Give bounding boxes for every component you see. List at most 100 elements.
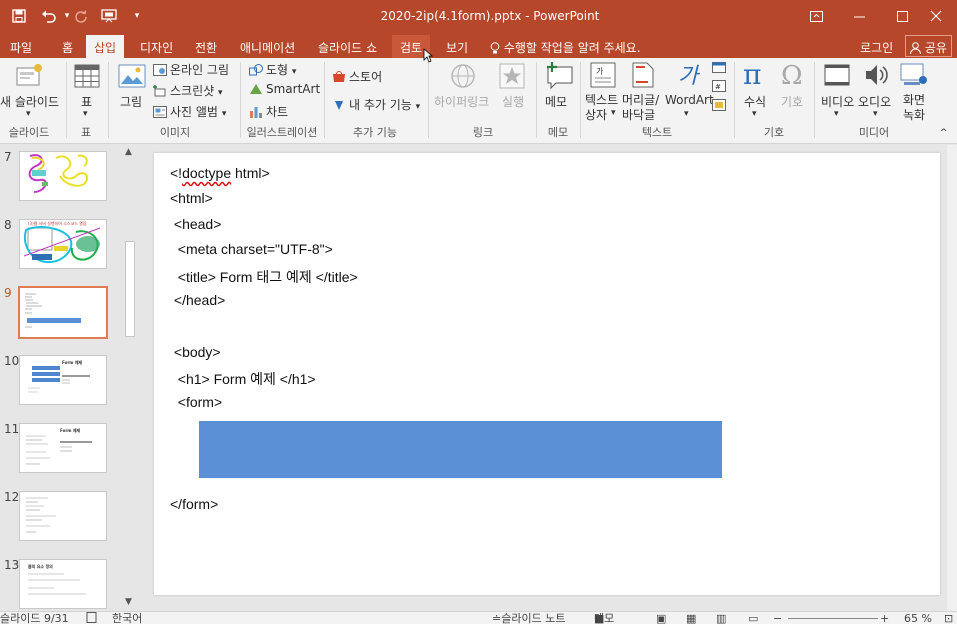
thumbnail-number: 11: [4, 422, 20, 436]
new-slide-dropdown-icon[interactable]: ▾: [26, 109, 31, 119]
thumbnail-number: 13: [4, 558, 20, 572]
spellcheck-icon[interactable]: [86, 612, 98, 624]
store-button[interactable]: 스토어: [332, 68, 382, 85]
hyperlink-icon: [450, 63, 476, 92]
tab-slideshow[interactable]: 슬라이드 쇼: [310, 35, 385, 58]
zoom-slider[interactable]: [788, 618, 878, 619]
thumbnail-slide-12[interactable]: [19, 491, 107, 541]
ribbon-display-icon[interactable]: [795, 0, 837, 32]
screenshot-icon: [153, 85, 167, 97]
textbox-dropdown-icon[interactable]: ▾: [611, 108, 616, 118]
video-icon: [824, 64, 850, 89]
video-button[interactable]: 비디오: [821, 93, 854, 110]
customize-icon[interactable]: ▾: [126, 6, 148, 26]
screenshot-button[interactable]: 스크린샷 ▾: [153, 82, 223, 99]
audio-icon: [864, 62, 890, 91]
equation-dropdown-icon[interactable]: ▾: [752, 109, 757, 119]
thumbnails-scrollbar[interactable]: ▲ ▼: [122, 145, 138, 611]
document-title: 2020-2ip(4.1form).pptx - PowerPoint: [380, 9, 600, 23]
online-picture-button[interactable]: 온라인 그림: [153, 61, 229, 78]
zoom-level[interactable]: 65 %: [904, 612, 932, 624]
svg-text:가: 가: [596, 67, 604, 76]
comment-button[interactable]: 메모: [545, 93, 567, 110]
thumbnail-number: 10: [4, 354, 20, 368]
thumbnail-slide-9[interactable]: [18, 286, 108, 339]
tab-home[interactable]: 홈: [54, 35, 81, 58]
tab-design[interactable]: 디자인: [132, 35, 181, 58]
code-line-doctype: <!doctype html>: [170, 165, 270, 181]
tab-transitions[interactable]: 전환: [187, 35, 225, 58]
fit-slide-icon[interactable]: ⊡: [944, 612, 953, 624]
minimize-icon[interactable]: [838, 0, 880, 32]
smartart-button[interactable]: SmartArt: [249, 82, 320, 96]
group-label-symbols: 기호: [763, 126, 785, 139]
chart-label: 차트: [266, 105, 289, 119]
equation-button[interactable]: 수식: [744, 93, 766, 110]
tell-me-box[interactable]: 수행할 작업을 알려 주세요.: [490, 39, 641, 56]
reading-view-icon[interactable]: ▥: [716, 612, 726, 624]
language-indicator[interactable]: 한국어: [112, 612, 142, 624]
slide-canvas: <!doctype html> <html> <head> <meta char…: [140, 145, 957, 611]
hyperlink-button[interactable]: 하이퍼링크: [434, 93, 489, 110]
action-button[interactable]: 실행: [502, 93, 524, 110]
collapse-ribbon-icon[interactable]: ^: [940, 128, 948, 138]
scrollbar-thumb[interactable]: [125, 241, 135, 337]
slide-sorter-icon[interactable]: ▦: [686, 612, 696, 624]
tab-file[interactable]: 파일: [2, 35, 40, 58]
store-label: 스토어: [349, 70, 383, 84]
table-button[interactable]: 표: [81, 93, 92, 110]
zoom-in-icon[interactable]: +: [880, 612, 889, 624]
thumbnail-slide-8[interactable]: (3)웹 서버 실행하여 소스코드 열람: [19, 219, 107, 269]
audio-dropdown-icon[interactable]: ▾: [873, 109, 878, 119]
table-dropdown-icon[interactable]: ▾: [83, 109, 88, 119]
zoom-out-icon[interactable]: −: [773, 612, 782, 624]
share-button[interactable]: 공유: [905, 35, 952, 57]
wordart-dropdown-icon[interactable]: ▾: [684, 109, 689, 119]
code-text: <!: [170, 165, 183, 181]
thumbnail-slide-10[interactable]: Form 예제: [19, 355, 107, 405]
tab-animations[interactable]: 애니메이션: [232, 35, 303, 58]
symbol-button[interactable]: 기호: [781, 93, 803, 110]
screen-recording-icon: [900, 62, 928, 91]
slide[interactable]: <!doctype html> <html> <head> <meta char…: [154, 153, 940, 595]
chart-icon: [249, 106, 263, 118]
scroll-up-icon[interactable]: ▲: [125, 147, 132, 157]
svg-text:Ω: Ω: [781, 61, 803, 89]
thumbnail-slide-7[interactable]: [19, 151, 107, 201]
slide-number-icon[interactable]: #: [712, 80, 726, 95]
object-icon[interactable]: [712, 99, 726, 114]
scroll-down-icon[interactable]: ▼: [125, 597, 132, 607]
video-dropdown-icon[interactable]: ▾: [834, 109, 839, 119]
tab-insert[interactable]: 삽입: [86, 35, 125, 58]
my-addins-button[interactable]: 내 추가 기능 ▾: [332, 96, 420, 113]
present-icon[interactable]: [98, 6, 120, 26]
date-time-icon[interactable]: [712, 61, 726, 76]
code-text: html>: [231, 165, 270, 181]
shapes-dropdown-icon: ▾: [291, 67, 297, 77]
code-line: <form>: [170, 394, 223, 410]
group-label-addins: 추가 기능: [353, 126, 397, 139]
slide-scrollbar[interactable]: [947, 145, 957, 611]
photo-album-button[interactable]: 사진 앨범 ▾: [153, 103, 226, 120]
login-link[interactable]: 로그인: [860, 39, 893, 56]
normal-view-icon[interactable]: ▣: [656, 612, 666, 624]
thumbnail-slide-13[interactable]: 폼의 요소 정의: [19, 559, 107, 609]
audio-button[interactable]: 오디오: [858, 93, 891, 110]
thumbnail-number: 12: [4, 490, 20, 504]
shapes-button[interactable]: 도형 ▾: [249, 61, 296, 78]
thumbnail-slide-11[interactable]: Form 예제: [19, 423, 107, 473]
notes-button[interactable]: ≐ 슬라이드 노트: [492, 612, 565, 624]
blue-rectangle-shape[interactable]: [199, 421, 722, 478]
header-footer-button[interactable]: 머리글/ 바닥글: [622, 93, 659, 123]
online-picture-label: 온라인 그림: [170, 63, 230, 77]
tab-view[interactable]: 보기: [438, 35, 476, 58]
new-slide-button[interactable]: 새 슬라이드: [0, 93, 59, 110]
close-icon[interactable]: [915, 0, 957, 32]
save-icon[interactable]: [8, 6, 30, 26]
picture-button[interactable]: 그림: [120, 93, 142, 110]
slideshow-icon[interactable]: ▭: [748, 612, 758, 624]
screen-recording-button[interactable]: 화면 녹화: [903, 93, 925, 123]
wordart-button[interactable]: WordArt: [665, 93, 714, 107]
chart-button[interactable]: 차트: [249, 103, 288, 120]
photo-album-label: 사진 앨범: [170, 105, 218, 119]
